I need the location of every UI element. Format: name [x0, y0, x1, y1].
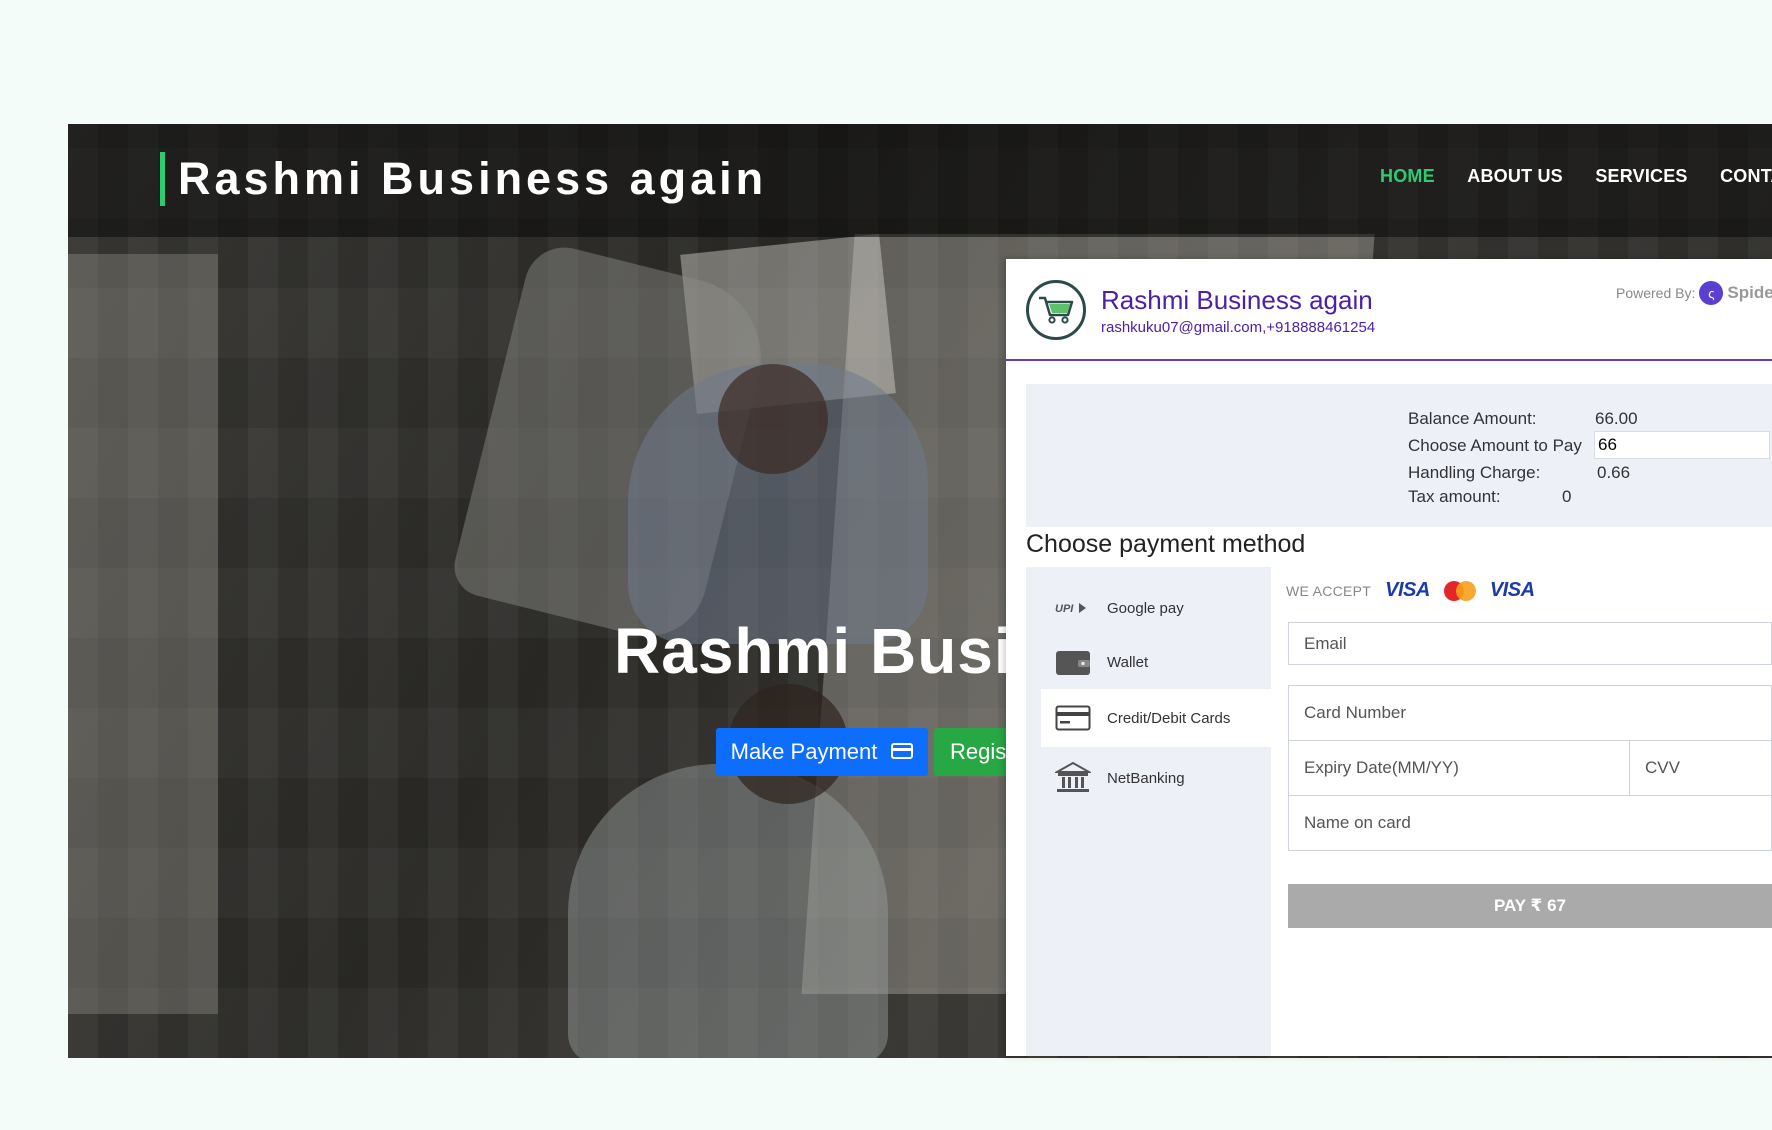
- method-label: NetBanking: [1107, 769, 1185, 787]
- email-field[interactable]: [1288, 622, 1772, 665]
- handling-charge-label: Handling Charge:: [1408, 463, 1541, 482]
- accepted-cards: WE ACCEPT VISA VISA: [1286, 579, 1535, 602]
- powered-brand: Spide: [1727, 283, 1772, 302]
- checkout-header: Rashmi Business again rashkuku07@gmail.c…: [1006, 259, 1772, 361]
- hero-photo-papers: [680, 233, 896, 415]
- method-label: Google pay: [1107, 599, 1184, 617]
- hero-photo-person: [568, 764, 888, 1058]
- hero-photo-cabinet: [68, 254, 218, 1014]
- method-credit-debit-cards[interactable]: Credit/Debit Cards: [1041, 689, 1271, 747]
- hero-photo-person-head: [718, 364, 828, 474]
- credit-card-icon: [891, 739, 914, 765]
- merchant-name: Rashmi Business again: [1101, 285, 1373, 315]
- credit-card-icon: [1053, 705, 1093, 731]
- handling-charge-value: 0.66: [1597, 463, 1631, 482]
- register-label: Regist: [950, 739, 1013, 764]
- pay-button[interactable]: PAY ₹ 67: [1288, 884, 1772, 928]
- tax-amount-value: 0: [1562, 487, 1572, 506]
- visa-logo: VISA: [1489, 579, 1535, 601]
- merchant-contact: rashkuku07@gmail.com,+918888461254: [1101, 319, 1376, 336]
- name-on-card-field[interactable]: [1288, 795, 1772, 851]
- payment-method-list: UPI Google pay Wallet Credit/Debit Cards…: [1026, 567, 1271, 1056]
- choose-payment-method-title: Choose payment method: [1026, 530, 1306, 558]
- visa-logo: VISA: [1385, 579, 1430, 601]
- hero-photo-person: [628, 364, 928, 644]
- nav-services[interactable]: SERVICES: [1595, 166, 1687, 187]
- shopping-cart-logo-icon: [1026, 280, 1086, 340]
- tax-amount-label: Tax amount:: [1408, 487, 1501, 506]
- make-payment-button[interactable]: Make Payment: [716, 728, 928, 776]
- site-header: Rashmi Business again HOME ABOUT US SERV…: [68, 124, 1772, 237]
- method-label: Credit/Debit Cards: [1107, 709, 1231, 727]
- powered-by-label: Powered By:: [1616, 285, 1696, 301]
- wallet-icon: [1053, 648, 1093, 676]
- we-accept-label: WE ACCEPT: [1286, 582, 1372, 599]
- bank-icon: [1053, 761, 1093, 795]
- hero-title: Rashmi Busi: [614, 615, 1013, 687]
- cvv-field[interactable]: [1629, 740, 1772, 796]
- site-brand[interactable]: Rashmi Business again: [160, 152, 767, 206]
- mastercard-logo-icon: [1443, 580, 1476, 601]
- amount-to-pay-input[interactable]: [1594, 431, 1770, 459]
- nav-home[interactable]: HOME: [1380, 166, 1435, 187]
- choose-amount-label: Choose Amount to Pay: [1408, 436, 1582, 455]
- method-label: Wallet: [1107, 653, 1149, 671]
- hero-photo-chair: [448, 239, 778, 649]
- make-payment-label: Make Payment: [730, 739, 878, 764]
- payment-checkout-panel: Rashmi Business again rashkuku07@gmail.c…: [1006, 259, 1772, 1056]
- upi-icon: UPI: [1053, 601, 1093, 615]
- nav-about-us[interactable]: ABOUT US: [1467, 166, 1563, 187]
- nav-contact[interactable]: CONTA: [1720, 166, 1772, 187]
- method-netbanking[interactable]: NetBanking: [1041, 749, 1271, 807]
- main-nav: HOME ABOUT US SERVICES CONTA: [1380, 166, 1772, 187]
- balance-value: 66.00: [1595, 409, 1638, 428]
- card-number-field[interactable]: [1288, 685, 1772, 741]
- svg-text:UPI: UPI: [1055, 603, 1074, 615]
- powered-by: Powered By: ς Spide: [1616, 281, 1772, 305]
- spider-logo-icon: ς: [1699, 281, 1724, 305]
- method-wallet[interactable]: Wallet: [1041, 633, 1271, 691]
- method-google-pay[interactable]: UPI Google pay: [1041, 579, 1271, 637]
- expiry-date-field[interactable]: [1288, 740, 1630, 796]
- balance-label: Balance Amount:: [1408, 409, 1537, 428]
